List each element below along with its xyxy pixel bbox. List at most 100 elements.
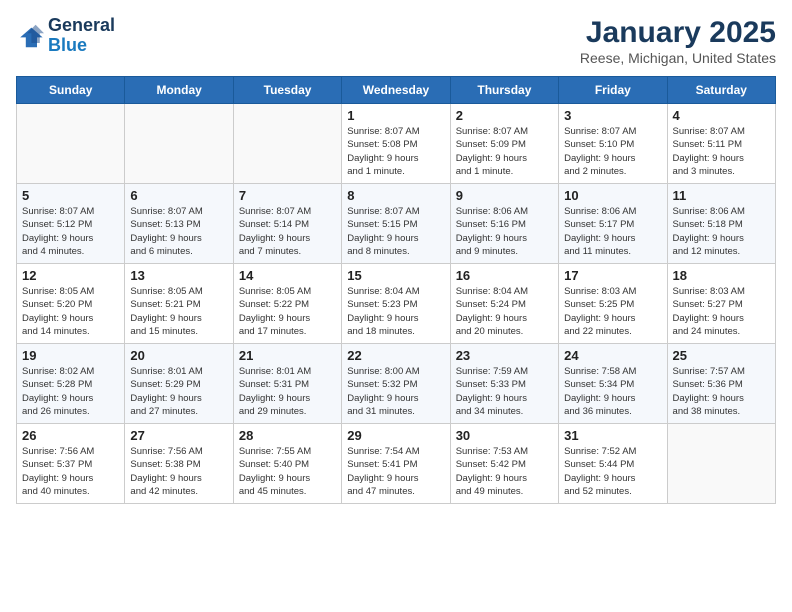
cell-content-line: Daylight: 9 hours bbox=[564, 232, 661, 245]
calendar-cell: 17Sunrise: 8:03 AMSunset: 5:25 PMDayligh… bbox=[559, 264, 667, 344]
day-number: 26 bbox=[22, 428, 119, 443]
calendar-cell bbox=[667, 424, 775, 504]
day-number: 31 bbox=[564, 428, 661, 443]
calendar-week-row: 1Sunrise: 8:07 AMSunset: 5:08 PMDaylight… bbox=[17, 104, 776, 184]
day-number: 24 bbox=[564, 348, 661, 363]
day-number: 28 bbox=[239, 428, 336, 443]
calendar-cell: 1Sunrise: 8:07 AMSunset: 5:08 PMDaylight… bbox=[342, 104, 450, 184]
calendar-cell: 8Sunrise: 8:07 AMSunset: 5:15 PMDaylight… bbox=[342, 184, 450, 264]
cell-content-line: Sunset: 5:40 PM bbox=[239, 458, 336, 471]
cell-content-line: Sunrise: 8:04 AM bbox=[347, 285, 444, 298]
day-number: 30 bbox=[456, 428, 553, 443]
page-title: January 2025 bbox=[580, 16, 776, 50]
calendar-cell: 12Sunrise: 8:05 AMSunset: 5:20 PMDayligh… bbox=[17, 264, 125, 344]
day-number: 20 bbox=[130, 348, 227, 363]
cell-content-line: Daylight: 9 hours bbox=[130, 472, 227, 485]
cell-content-line: Sunset: 5:44 PM bbox=[564, 458, 661, 471]
cell-content-line: Sunrise: 7:52 AM bbox=[564, 445, 661, 458]
cell-content-line: Sunset: 5:38 PM bbox=[130, 458, 227, 471]
calendar-week-row: 26Sunrise: 7:56 AMSunset: 5:37 PMDayligh… bbox=[17, 424, 776, 504]
calendar-body: 1Sunrise: 8:07 AMSunset: 5:08 PMDaylight… bbox=[17, 104, 776, 504]
cell-content-line: Sunrise: 8:06 AM bbox=[673, 205, 770, 218]
cell-content-line: Sunset: 5:15 PM bbox=[347, 218, 444, 231]
cell-content-line: Sunrise: 8:07 AM bbox=[564, 125, 661, 138]
cell-content-line: Sunset: 5:36 PM bbox=[673, 378, 770, 391]
cell-content-line: Daylight: 9 hours bbox=[564, 152, 661, 165]
cell-content-line: Sunset: 5:37 PM bbox=[22, 458, 119, 471]
calendar-cell: 20Sunrise: 8:01 AMSunset: 5:29 PMDayligh… bbox=[125, 344, 233, 424]
header: General Blue January 2025 Reese, Michiga… bbox=[16, 16, 776, 66]
calendar-week-row: 12Sunrise: 8:05 AMSunset: 5:20 PMDayligh… bbox=[17, 264, 776, 344]
day-number: 9 bbox=[456, 188, 553, 203]
cell-content-line: Sunrise: 8:07 AM bbox=[22, 205, 119, 218]
calendar-header: SundayMondayTuesdayWednesdayThursdayFrid… bbox=[17, 77, 776, 104]
cell-content-line: Daylight: 9 hours bbox=[347, 312, 444, 325]
cell-content-line: and 42 minutes. bbox=[130, 485, 227, 498]
cell-content-line: Sunrise: 8:03 AM bbox=[673, 285, 770, 298]
day-number: 14 bbox=[239, 268, 336, 283]
calendar-cell bbox=[233, 104, 341, 184]
day-of-week-header: Saturday bbox=[667, 77, 775, 104]
cell-content-line: Daylight: 9 hours bbox=[130, 312, 227, 325]
cell-content-line: Daylight: 9 hours bbox=[564, 312, 661, 325]
calendar-cell: 25Sunrise: 7:57 AMSunset: 5:36 PMDayligh… bbox=[667, 344, 775, 424]
cell-content-line: Daylight: 9 hours bbox=[347, 232, 444, 245]
cell-content-line: Sunset: 5:10 PM bbox=[564, 138, 661, 151]
cell-content-line: Daylight: 9 hours bbox=[22, 392, 119, 405]
day-of-week-header: Thursday bbox=[450, 77, 558, 104]
cell-content-line: Daylight: 9 hours bbox=[239, 472, 336, 485]
calendar-week-row: 5Sunrise: 8:07 AMSunset: 5:12 PMDaylight… bbox=[17, 184, 776, 264]
cell-content-line: and 11 minutes. bbox=[564, 245, 661, 258]
cell-content-line: Daylight: 9 hours bbox=[239, 232, 336, 245]
cell-content-line: Sunset: 5:18 PM bbox=[673, 218, 770, 231]
day-of-week-header: Friday bbox=[559, 77, 667, 104]
calendar-cell: 29Sunrise: 7:54 AMSunset: 5:41 PMDayligh… bbox=[342, 424, 450, 504]
cell-content-line: Sunrise: 8:07 AM bbox=[347, 125, 444, 138]
calendar-cell: 7Sunrise: 8:07 AMSunset: 5:14 PMDaylight… bbox=[233, 184, 341, 264]
calendar-cell: 31Sunrise: 7:52 AMSunset: 5:44 PMDayligh… bbox=[559, 424, 667, 504]
cell-content-line: Sunset: 5:13 PM bbox=[130, 218, 227, 231]
cell-content-line: Sunrise: 8:07 AM bbox=[130, 205, 227, 218]
cell-content-line: and 20 minutes. bbox=[456, 325, 553, 338]
cell-content-line: and 26 minutes. bbox=[22, 405, 119, 418]
calendar-cell: 22Sunrise: 8:00 AMSunset: 5:32 PMDayligh… bbox=[342, 344, 450, 424]
cell-content-line: Sunrise: 7:58 AM bbox=[564, 365, 661, 378]
calendar-cell: 23Sunrise: 7:59 AMSunset: 5:33 PMDayligh… bbox=[450, 344, 558, 424]
cell-content-line: Sunrise: 8:05 AM bbox=[239, 285, 336, 298]
cell-content-line: Daylight: 9 hours bbox=[456, 392, 553, 405]
cell-content-line: Sunrise: 8:07 AM bbox=[347, 205, 444, 218]
cell-content-line: and 18 minutes. bbox=[347, 325, 444, 338]
cell-content-line: and 17 minutes. bbox=[239, 325, 336, 338]
cell-content-line: and 40 minutes. bbox=[22, 485, 119, 498]
calendar-cell bbox=[17, 104, 125, 184]
cell-content-line: Daylight: 9 hours bbox=[347, 152, 444, 165]
calendar-cell: 27Sunrise: 7:56 AMSunset: 5:38 PMDayligh… bbox=[125, 424, 233, 504]
cell-content-line: Sunset: 5:17 PM bbox=[564, 218, 661, 231]
calendar-cell: 24Sunrise: 7:58 AMSunset: 5:34 PMDayligh… bbox=[559, 344, 667, 424]
day-of-week-header: Monday bbox=[125, 77, 233, 104]
cell-content-line: Sunset: 5:08 PM bbox=[347, 138, 444, 151]
calendar-cell bbox=[125, 104, 233, 184]
day-number: 19 bbox=[22, 348, 119, 363]
day-number: 18 bbox=[673, 268, 770, 283]
calendar-cell: 15Sunrise: 8:04 AMSunset: 5:23 PMDayligh… bbox=[342, 264, 450, 344]
day-number: 2 bbox=[456, 108, 553, 123]
cell-content-line: Sunset: 5:21 PM bbox=[130, 298, 227, 311]
day-number: 7 bbox=[239, 188, 336, 203]
cell-content-line: Daylight: 9 hours bbox=[130, 392, 227, 405]
day-number: 4 bbox=[673, 108, 770, 123]
cell-content-line: Sunrise: 8:07 AM bbox=[673, 125, 770, 138]
cell-content-line: Daylight: 9 hours bbox=[456, 232, 553, 245]
cell-content-line: and 12 minutes. bbox=[673, 245, 770, 258]
cell-content-line: Sunrise: 7:54 AM bbox=[347, 445, 444, 458]
logo: General Blue bbox=[16, 16, 115, 56]
cell-content-line: Sunset: 5:32 PM bbox=[347, 378, 444, 391]
cell-content-line: Sunrise: 8:01 AM bbox=[130, 365, 227, 378]
cell-content-line: Sunset: 5:31 PM bbox=[239, 378, 336, 391]
day-number: 3 bbox=[564, 108, 661, 123]
day-of-week-header: Sunday bbox=[17, 77, 125, 104]
cell-content-line: Sunset: 5:42 PM bbox=[456, 458, 553, 471]
cell-content-line: Sunrise: 7:53 AM bbox=[456, 445, 553, 458]
logo-line1: General bbox=[48, 16, 115, 36]
cell-content-line: Sunrise: 8:07 AM bbox=[456, 125, 553, 138]
